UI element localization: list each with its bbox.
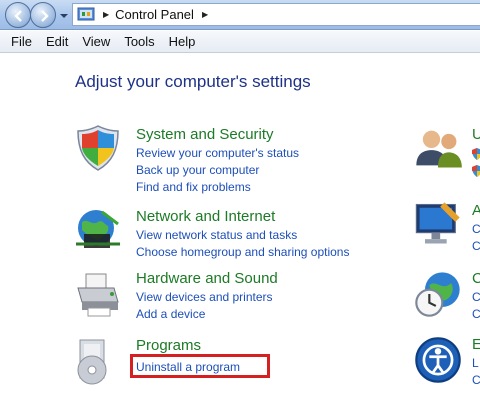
category-ease-of-access: E L C [412, 334, 480, 394]
printer-icon[interactable] [72, 268, 124, 320]
category-system-security: System and Security Review your computer… [72, 122, 372, 198]
ease-of-access-icon[interactable] [412, 334, 464, 386]
link-devices-printers[interactable]: View devices and printers [136, 290, 273, 304]
category-title-ease-of-access[interactable]: E [472, 336, 480, 353]
recent-pages-dropdown-icon[interactable] [59, 11, 69, 21]
back-arrow-icon [14, 10, 22, 22]
category-title-network-internet[interactable]: Network and Internet [136, 208, 275, 225]
menu-file[interactable]: File [4, 34, 39, 49]
category-user-accounts: U [412, 122, 480, 182]
link-fix-problems[interactable]: Find and fix problems [136, 180, 251, 194]
users-icon[interactable] [412, 122, 464, 174]
link-appearance-2[interactable]: C [472, 239, 480, 253]
link-clock-2[interactable]: C [472, 307, 480, 321]
control-panel-icon [77, 7, 95, 20]
link-appearance-1[interactable]: C [472, 222, 480, 236]
category-title-clock-region[interactable]: C [472, 270, 480, 287]
title-bar: ▶ Control Panel ▶ [0, 0, 480, 30]
category-hardware-sound: Hardware and Sound View devices and prin… [72, 268, 372, 328]
programs-disc-icon[interactable] [72, 334, 124, 386]
link-ease-2[interactable]: C [472, 373, 480, 387]
category-title-appearance[interactable]: A [472, 202, 480, 219]
category-network-internet: Network and Internet View network status… [72, 204, 372, 264]
menu-edit[interactable]: Edit [39, 34, 75, 49]
link-clock-1[interactable]: C [472, 290, 480, 304]
breadcrumb-separator-icon[interactable]: ▶ [103, 10, 109, 19]
breadcrumb-expand-icon[interactable]: ▶ [202, 10, 208, 19]
shield-small-icon [472, 148, 480, 160]
breadcrumb-control-panel[interactable]: Control Panel [115, 7, 194, 22]
link-ease-1[interactable]: L [472, 356, 479, 370]
uninstall-highlight-box [130, 354, 270, 378]
network-globe-icon[interactable] [72, 204, 124, 256]
category-clock-region: C C C [412, 268, 480, 328]
back-button[interactable] [5, 2, 31, 28]
link-homegroup[interactable]: Choose homegroup and sharing options [136, 245, 349, 259]
forward-arrow-icon [41, 10, 49, 22]
menu-tools[interactable]: Tools [117, 34, 161, 49]
shield-small-icon [472, 165, 480, 177]
link-add-device[interactable]: Add a device [136, 307, 205, 321]
link-network-status[interactable]: View network status and tasks [136, 228, 297, 242]
menu-bar: File Edit View Tools Help [0, 31, 480, 53]
control-panel-content: Adjust your computer's settings System a… [0, 54, 480, 420]
menu-help[interactable]: Help [162, 34, 203, 49]
category-title-user-accounts[interactable]: U [472, 126, 480, 143]
category-title-hardware-sound[interactable]: Hardware and Sound [136, 270, 278, 287]
link-backup[interactable]: Back up your computer [136, 163, 259, 177]
category-appearance: A C C [412, 198, 480, 258]
forward-button[interactable] [30, 2, 56, 28]
menu-view[interactable]: View [75, 34, 117, 49]
clock-globe-icon[interactable] [412, 268, 464, 320]
monitor-paint-icon[interactable] [412, 198, 464, 250]
address-bar[interactable]: ▶ Control Panel ▶ [72, 3, 480, 26]
link-review-status[interactable]: Review your computer's status [136, 146, 299, 160]
category-title-programs[interactable]: Programs [136, 337, 201, 354]
category-title-system-security[interactable]: System and Security [136, 126, 274, 143]
shield-icon[interactable] [72, 122, 124, 174]
page-title: Adjust your computer's settings [75, 72, 311, 91]
